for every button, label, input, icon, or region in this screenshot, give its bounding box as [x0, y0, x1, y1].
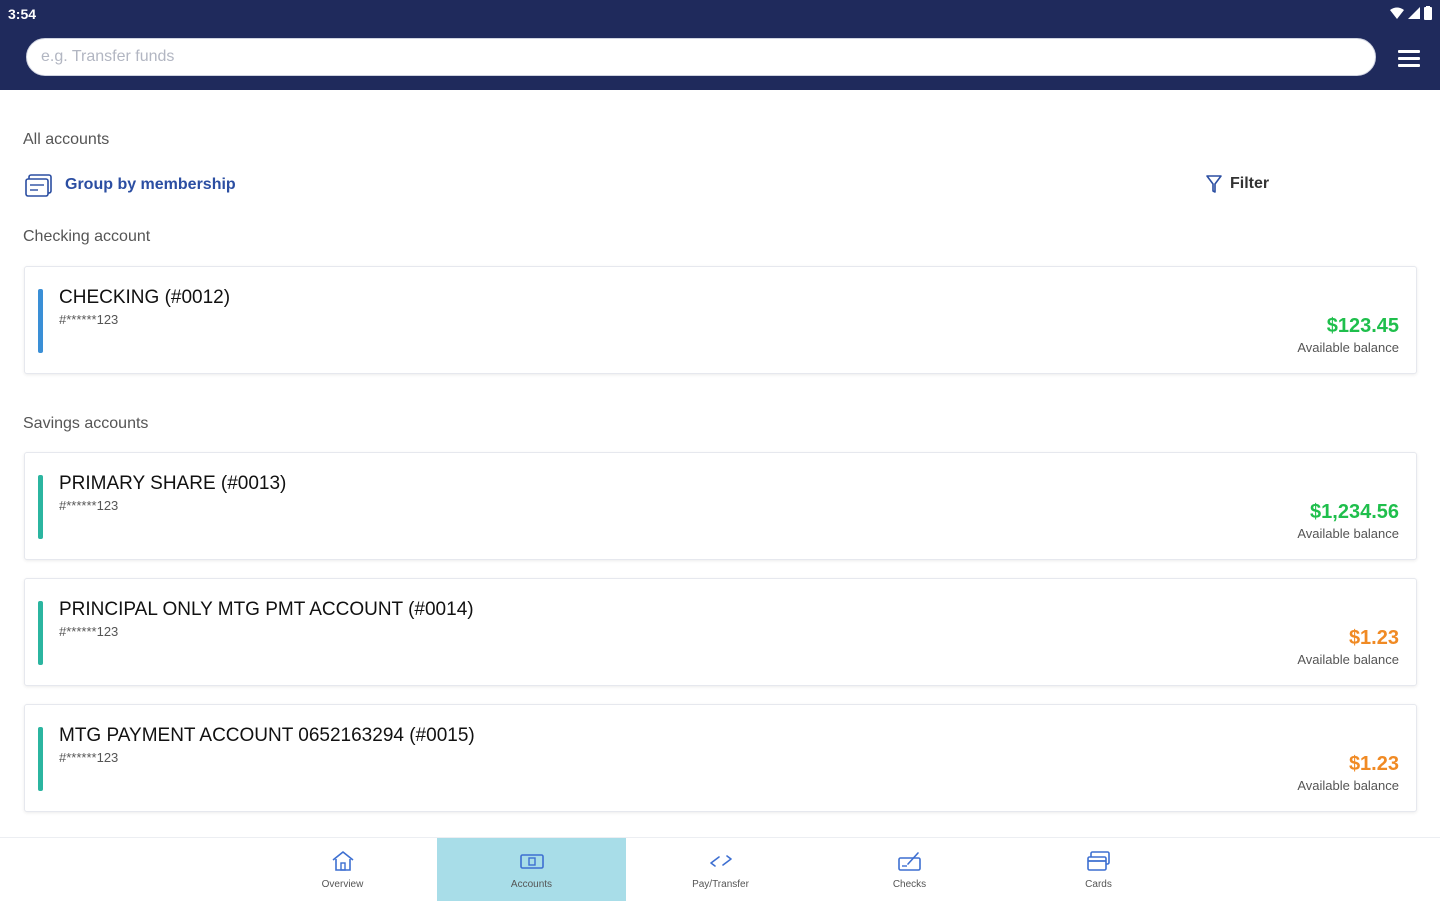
nav-label-cards: Cards — [1085, 879, 1112, 890]
status-time: 3:54 — [8, 6, 37, 22]
nav-label-pay-transfer: Pay/Transfer — [692, 879, 749, 890]
account-card[interactable]: MTG PAYMENT ACCOUNT 0652163294 (#0015) #… — [24, 704, 1417, 812]
section-title-savings: Savings accounts — [23, 415, 149, 432]
app-header: 3:54 — [0, 0, 1440, 90]
balance-label: Available balance — [1297, 340, 1399, 355]
filter-button[interactable]: Filter — [1205, 174, 1269, 194]
filter-funnel-icon — [1206, 175, 1222, 193]
home-icon — [332, 851, 353, 871]
status-icons — [1390, 6, 1432, 20]
balance-label: Available balance — [1297, 778, 1399, 793]
signal-icon — [1408, 7, 1420, 19]
account-name: PRIMARY SHARE (#0013) — [59, 473, 287, 494]
cards-icon — [1086, 851, 1110, 871]
nav-tab-overview[interactable]: Overview — [248, 838, 437, 901]
bottom-navigation: Overview Accounts Pay/Transfer Checks Ca… — [0, 837, 1440, 901]
account-card[interactable]: CHECKING (#0012) #******123 $123.45 Avai… — [24, 266, 1417, 374]
group-by-membership-icon — [25, 174, 52, 197]
balance-label: Available balance — [1297, 652, 1399, 667]
account-number: #******123 — [59, 312, 119, 327]
account-color-bar — [38, 289, 43, 353]
wifi-icon — [1390, 7, 1404, 19]
nav-label-accounts: Accounts — [510, 879, 553, 890]
page-title: All accounts — [23, 131, 110, 148]
search-field[interactable] — [26, 38, 1376, 76]
checks-icon — [897, 852, 921, 871]
account-balance: $1.23 — [1348, 753, 1399, 775]
nav-tab-pay-transfer[interactable]: Pay/Transfer — [626, 838, 815, 901]
account-number: #******123 — [59, 498, 119, 513]
account-balance: $1.23 — [1348, 627, 1399, 649]
balance-label: Available balance — [1297, 526, 1399, 541]
search-input[interactable] — [27, 39, 1375, 75]
nav-tab-cards[interactable]: Cards — [1004, 838, 1193, 901]
nav-label-overview: Overview — [321, 879, 364, 890]
account-name: CHECKING (#0012) — [59, 287, 231, 308]
nav-tab-accounts[interactable]: Accounts — [437, 838, 626, 901]
account-balance: $1,234.56 — [1310, 501, 1399, 523]
account-color-bar — [38, 475, 43, 539]
group-by-membership-label: Group by membership — [65, 176, 236, 193]
account-color-bar — [38, 601, 43, 665]
nav-label-checks: Checks — [892, 879, 927, 890]
battery-icon — [1424, 6, 1432, 20]
account-card[interactable]: PRIMARY SHARE (#0013) #******123 $1,234.… — [24, 452, 1417, 560]
account-name: PRINCIPAL ONLY MTG PMT ACCOUNT (#0014) — [59, 599, 474, 620]
transfer-arrows-icon — [709, 855, 732, 867]
account-balance: $123.45 — [1326, 315, 1399, 337]
account-number: #******123 — [59, 750, 119, 765]
menu-button[interactable] — [1396, 47, 1424, 71]
account-color-bar — [38, 727, 43, 791]
filter-label: Filter — [1230, 175, 1270, 192]
nav-tab-checks[interactable]: Checks — [815, 838, 1004, 901]
group-by-membership-button[interactable]: Group by membership — [25, 172, 236, 198]
accounts-icon — [519, 854, 544, 869]
account-number: #******123 — [59, 624, 119, 639]
section-title-checking: Checking account — [23, 228, 151, 245]
hamburger-menu-icon — [1398, 50, 1420, 67]
account-name: MTG PAYMENT ACCOUNT 0652163294 (#0015) — [59, 725, 475, 746]
status-bar: 3:54 — [0, 0, 1440, 30]
account-card[interactable]: PRINCIPAL ONLY MTG PMT ACCOUNT (#0014) #… — [24, 578, 1417, 686]
